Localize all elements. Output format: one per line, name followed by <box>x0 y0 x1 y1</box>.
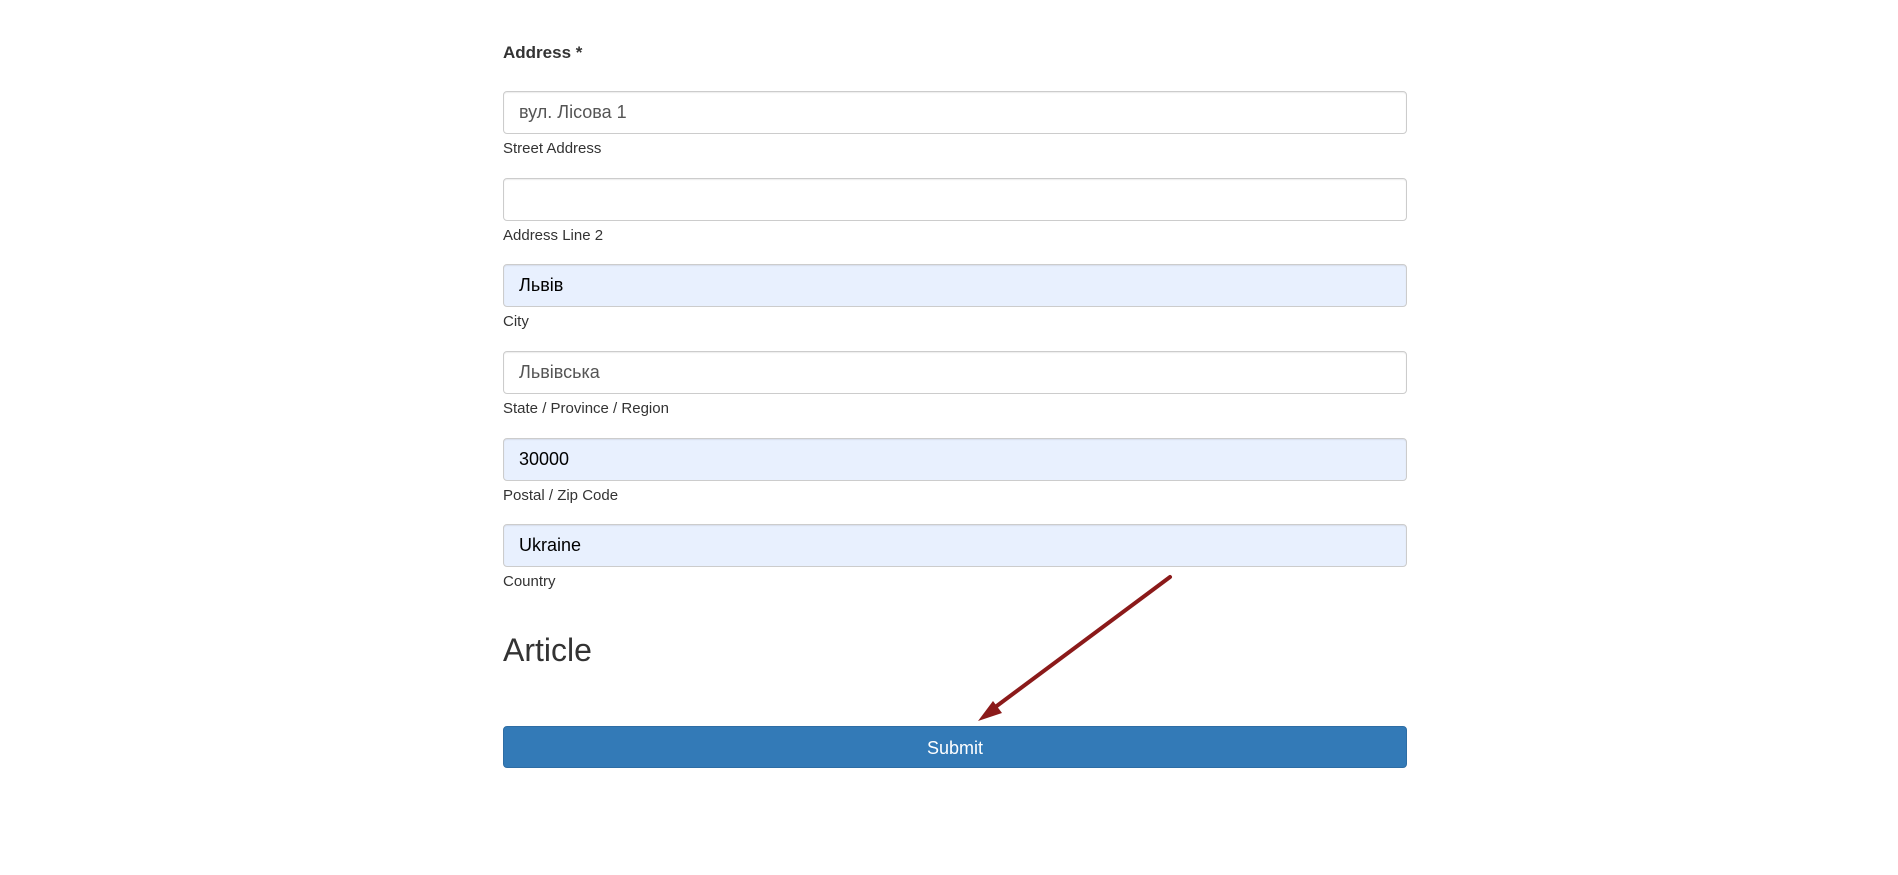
postal-code-label: Postal / Zip Code <box>503 487 619 504</box>
state-input[interactable] <box>503 351 1407 394</box>
city-group: City <box>503 264 1407 330</box>
country-label: Country <box>503 573 556 590</box>
state-label: State / Province / Region <box>503 400 669 417</box>
city-input[interactable] <box>503 264 1407 307</box>
state-group: State / Province / Region <box>503 351 1407 417</box>
street-address-group: Street Address <box>503 91 1407 157</box>
address-section-label: Address * <box>503 43 583 62</box>
article-heading: Article <box>503 632 592 668</box>
submit-button[interactable]: Submit <box>503 726 1407 768</box>
street-address-input[interactable] <box>503 91 1407 134</box>
postal-code-group: Postal / Zip Code <box>503 438 1407 504</box>
country-input[interactable] <box>503 524 1407 567</box>
city-label: City <box>503 313 529 330</box>
address-line2-group: Address Line 2 <box>503 178 1407 244</box>
address-line2-label: Address Line 2 <box>503 227 604 244</box>
street-address-label: Street Address <box>503 140 602 157</box>
arrow-head <box>978 701 1002 721</box>
arrow-shaft <box>988 575 1172 713</box>
postal-code-input[interactable] <box>503 438 1407 481</box>
address-line2-input[interactable] <box>503 178 1407 221</box>
country-group: Country <box>503 524 1407 590</box>
